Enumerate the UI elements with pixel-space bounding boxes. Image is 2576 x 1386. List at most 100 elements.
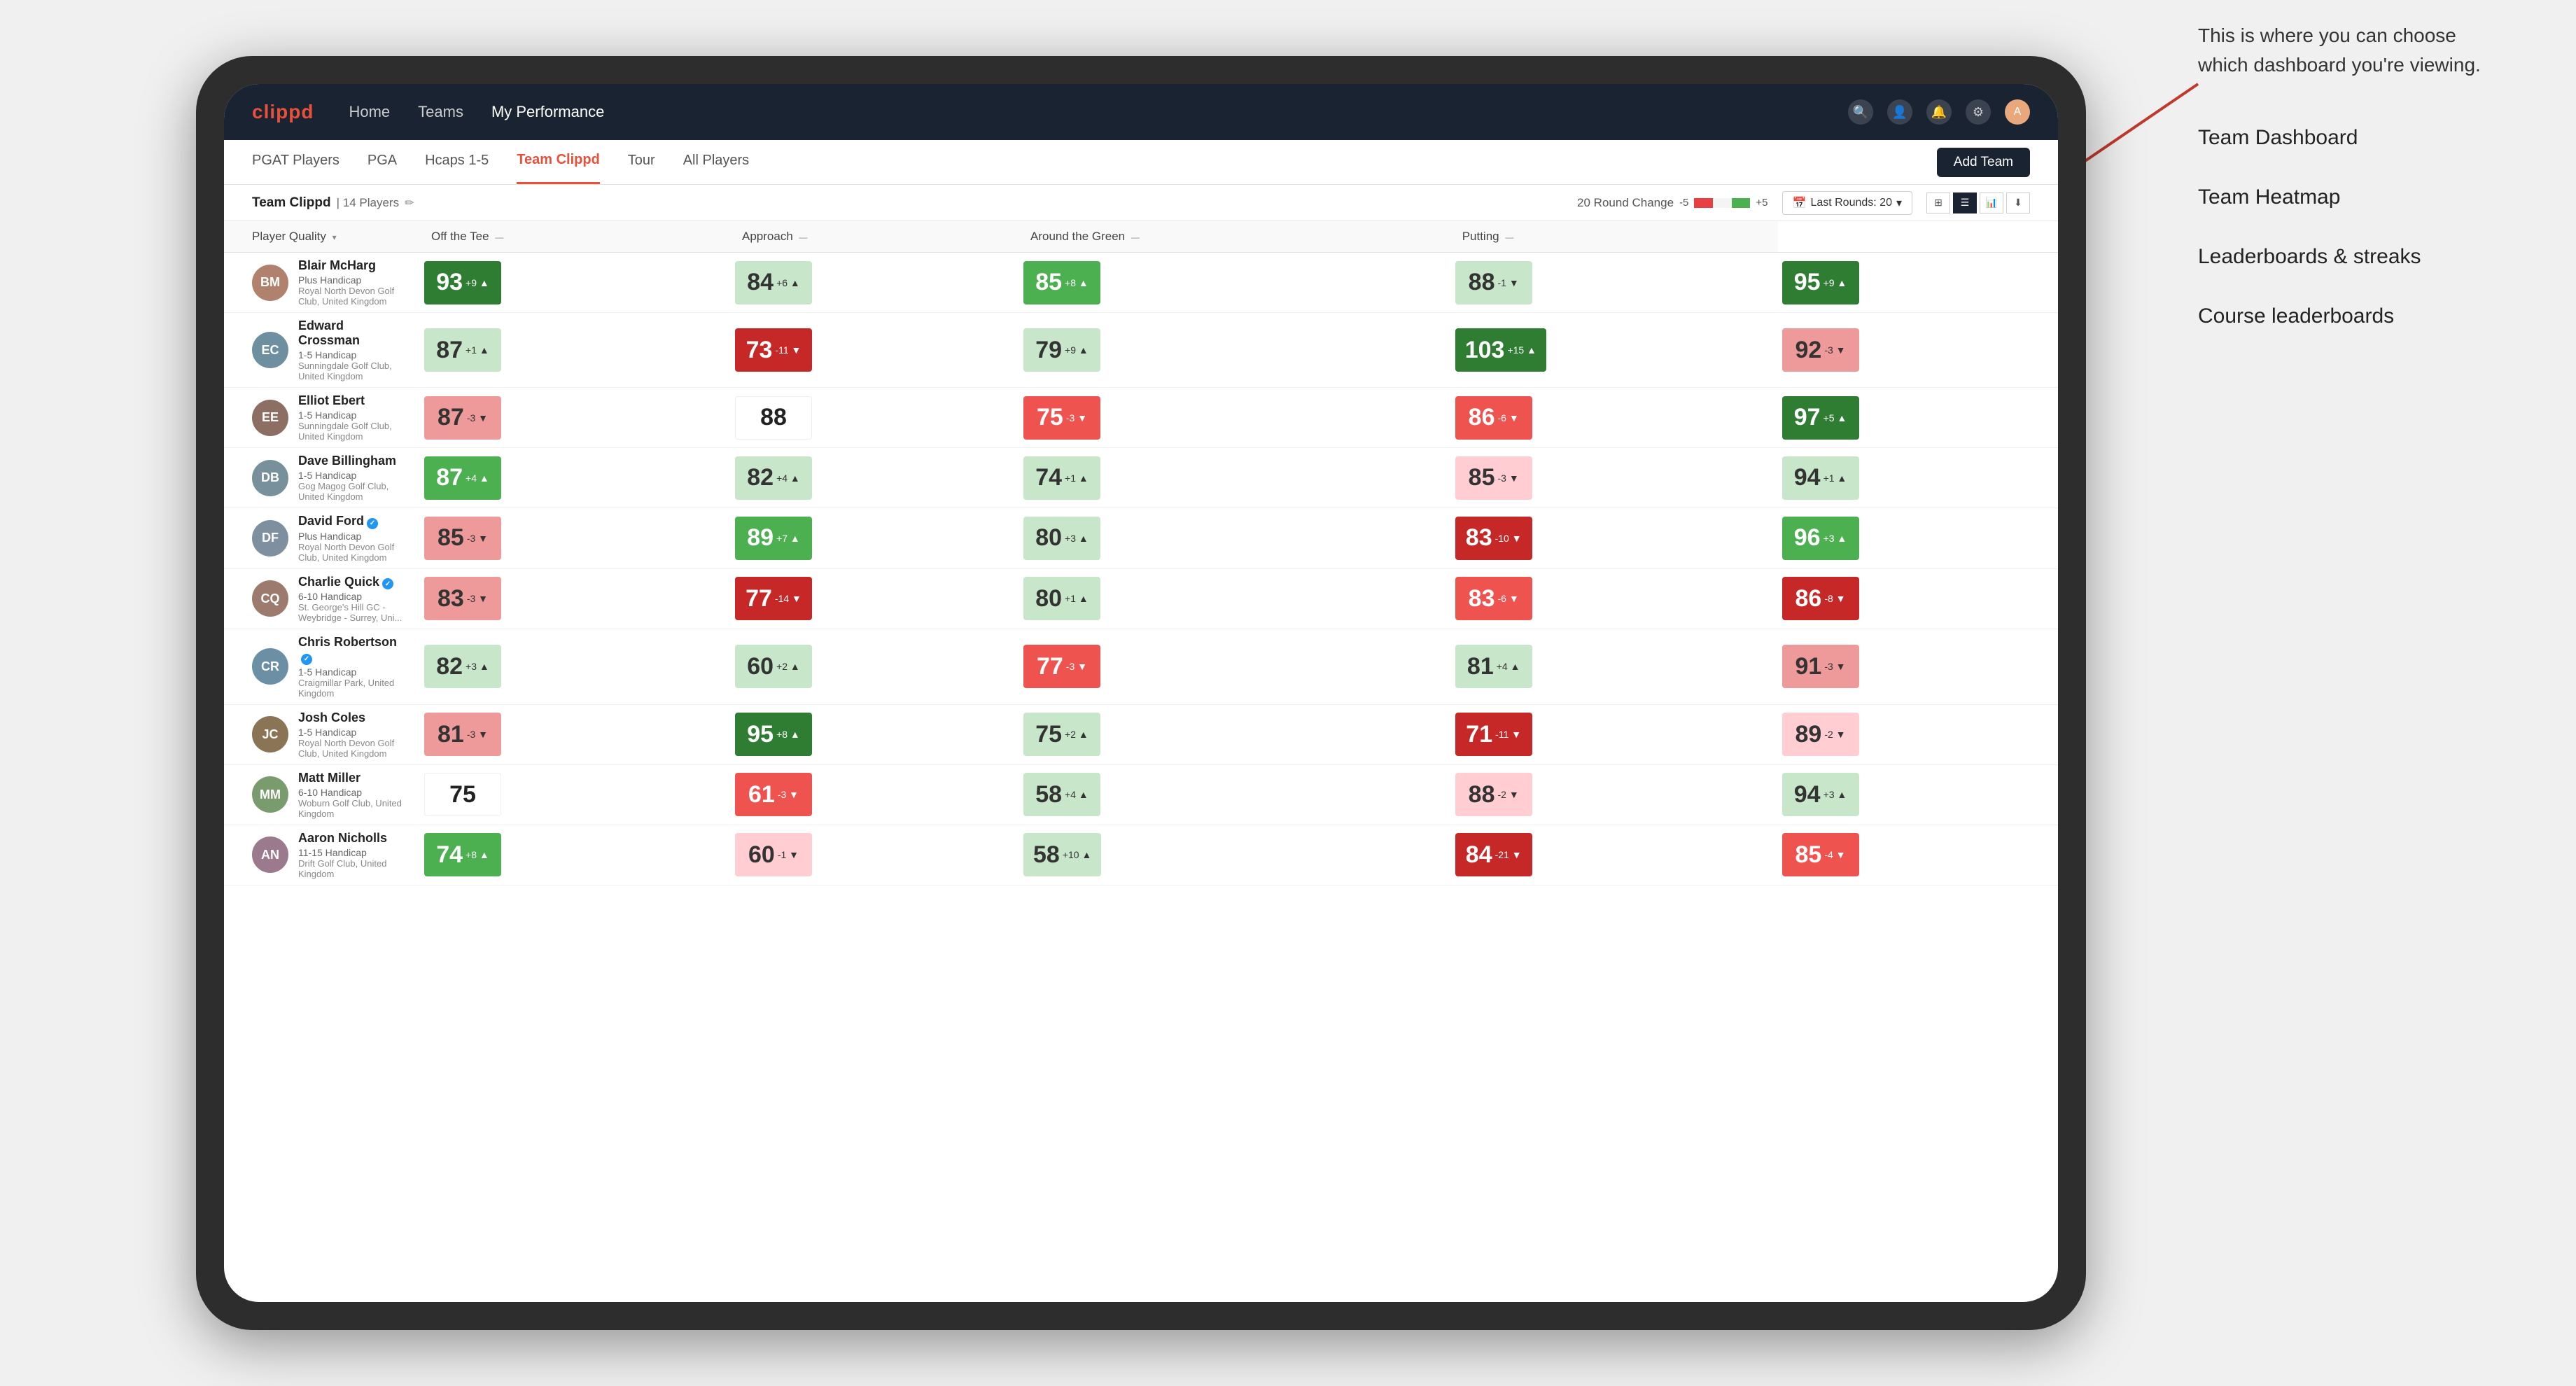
th-off-tee-arrow: — [495,232,503,242]
table-row[interactable]: DFDavid Ford✓Plus HandicapRoyal North De… [224,508,2058,569]
player-name: Dave Billingham [298,454,409,468]
score-value: 88 [760,404,787,431]
player-name: Chris Robertson✓ [298,635,409,665]
score-change: +1 ▲ [465,344,489,356]
table-row[interactable]: BMBlair McHargPlus HandicapRoyal North D… [224,253,2058,313]
score-value: 75 [1035,721,1062,748]
table-row[interactable]: MMMatt Miller6-10 HandicapWoburn Golf Cl… [224,764,2058,825]
th-off-tee[interactable]: Off the Tee — [420,221,731,253]
round-change-text: 20 Round Change [1577,196,1674,210]
score-cell-approach: 77-3 ▼ [1019,629,1451,705]
th-player-quality[interactable]: Player Quality ▾ [224,221,420,253]
player-table: Player Quality ▾ Off the Tee — Approach … [224,221,2058,886]
score-change: -1 ▼ [778,849,799,860]
search-icon[interactable]: 🔍 [1848,99,1873,125]
player-info-9: ANAaron Nicholls11-15 HandicapDrift Golf… [224,825,420,885]
avatar: MM [252,776,288,813]
score-value: 85 [438,524,464,552]
player-name: Josh Coles [298,710,409,725]
score-change: -3 ▼ [1066,412,1087,424]
score-cell-around_green: 81+4 ▲ [1451,629,1778,705]
player-info-5: CQCharlie Quick✓6-10 HandicapSt. George'… [224,569,420,629]
tab-hcaps[interactable]: Hcaps 1-5 [425,140,489,184]
chart-view-button[interactable]: 📊 [1980,192,2003,214]
score-cell-putting: 97+5 ▲ [1778,388,2058,448]
player-info-2: EEElliot Ebert1-5 HandicapSunningdale Go… [224,388,420,447]
score-cell-putting: 95+9 ▲ [1778,253,2058,313]
score-value: 85 [1795,841,1822,869]
score-cell-approach: 58+4 ▲ [1019,764,1451,825]
score-cell-putting: 85-4 ▼ [1778,825,2058,885]
player-cell-0: BMBlair McHargPlus HandicapRoyal North D… [224,253,420,313]
avatar-icon[interactable]: A [2005,99,2030,125]
th-around-green[interactable]: Around the Green — [1019,221,1451,253]
player-name: Matt Miller [298,771,409,785]
player-cell-7: JCJosh Coles1-5 HandicapRoyal North Devo… [224,704,420,764]
settings-icon[interactable]: ⚙ [1966,99,1991,125]
avatar: CQ [252,580,288,617]
add-team-button[interactable]: Add Team [1937,148,2030,177]
score-change: +3 ▲ [1823,789,1847,800]
table-row[interactable]: DBDave Billingham1-5 HandicapGog Magog G… [224,448,2058,508]
table-row[interactable]: CQCharlie Quick✓6-10 HandicapSt. George'… [224,568,2058,629]
player-club: Woburn Golf Club, United Kingdom [298,798,409,819]
th-putting-label: Putting [1462,230,1499,243]
score-value: 71 [1466,721,1492,748]
th-putting[interactable]: Putting — [1451,221,1778,253]
score-value: 91 [1795,653,1822,680]
score-value: 58 [1035,781,1062,808]
score-change: +7 ▲ [776,533,800,544]
score-cell-player_quality: 87-3 ▼ [420,388,731,448]
score-change: -3 ▼ [467,729,488,740]
player-club: Gog Magog Golf Club, United Kingdom [298,481,409,502]
score-cell-player_quality: 85-3 ▼ [420,508,731,569]
th-approach-arrow: — [799,232,808,242]
player-info-3: DBDave Billingham1-5 HandicapGog Magog G… [224,448,420,507]
score-change: -21 ▼ [1495,849,1522,860]
table-row[interactable]: EEElliot Ebert1-5 HandicapSunningdale Go… [224,388,2058,448]
tab-pgat-players[interactable]: PGAT Players [252,140,340,184]
score-change: -8 ▼ [1824,593,1845,604]
tablet-screen: clippd Home Teams My Performance 🔍 👤 🔔 ⚙… [224,84,2058,1302]
avatar: EC [252,332,288,368]
list-view-button[interactable]: ☰ [1953,192,1977,214]
score-value: 73 [746,337,773,364]
tab-pga[interactable]: PGA [368,140,397,184]
tab-team-clippd[interactable]: Team Clippd [517,140,600,184]
nav-home[interactable]: Home [349,103,390,121]
grid-view-button[interactable]: ⊞ [1926,192,1950,214]
player-club: Drift Golf Club, United Kingdom [298,858,409,879]
score-value: 95 [1794,269,1821,296]
score-value: 85 [1035,269,1062,296]
profile-icon[interactable]: 👤 [1887,99,1912,125]
download-button[interactable]: ⬇ [2006,192,2030,214]
table-row[interactable]: ECEdward Crossman1-5 HandicapSunningdale… [224,313,2058,388]
score-change: -2 ▼ [1824,729,1845,740]
last-rounds-button[interactable]: 📅 Last Rounds: 20 ▾ [1782,191,1912,215]
player-info-8: MMMatt Miller6-10 HandicapWoburn Golf Cl… [224,765,420,825]
table-row[interactable]: ANAaron Nicholls11-15 HandicapDrift Golf… [224,825,2058,885]
table-row[interactable]: CRChris Robertson✓1-5 HandicapCraigmilla… [224,629,2058,705]
tab-all-players[interactable]: All Players [683,140,749,184]
nav-my-performance[interactable]: My Performance [491,103,604,121]
player-info-6: CRChris Robertson✓1-5 HandicapCraigmilla… [224,629,420,704]
player-name: Aaron Nicholls [298,831,409,846]
th-approach[interactable]: Approach — [731,221,1019,253]
notification-icon[interactable]: 🔔 [1926,99,1952,125]
table-row[interactable]: JCJosh Coles1-5 HandicapRoyal North Devo… [224,704,2058,764]
player-handicap: 1-5 Handicap [298,470,409,481]
verified-badge: ✓ [382,578,393,589]
nav-teams[interactable]: Teams [418,103,463,121]
score-value: 87 [436,337,463,364]
team-player-count: | 14 Players [337,196,399,210]
player-club: Sunningdale Golf Club, United Kingdom [298,421,409,442]
tab-tour[interactable]: Tour [628,140,655,184]
score-change: +3 ▲ [1823,533,1847,544]
navbar-icons: 🔍 👤 🔔 ⚙ A [1848,99,2030,125]
score-change: +15 ▲ [1507,344,1536,356]
edit-team-icon[interactable]: ✏ [405,196,414,210]
score-value: 75 [1037,404,1063,431]
score-cell-putting: 89-2 ▼ [1778,704,2058,764]
score-change: +9 ▲ [465,277,489,288]
score-cell-off_tee: 60-1 ▼ [731,825,1019,885]
